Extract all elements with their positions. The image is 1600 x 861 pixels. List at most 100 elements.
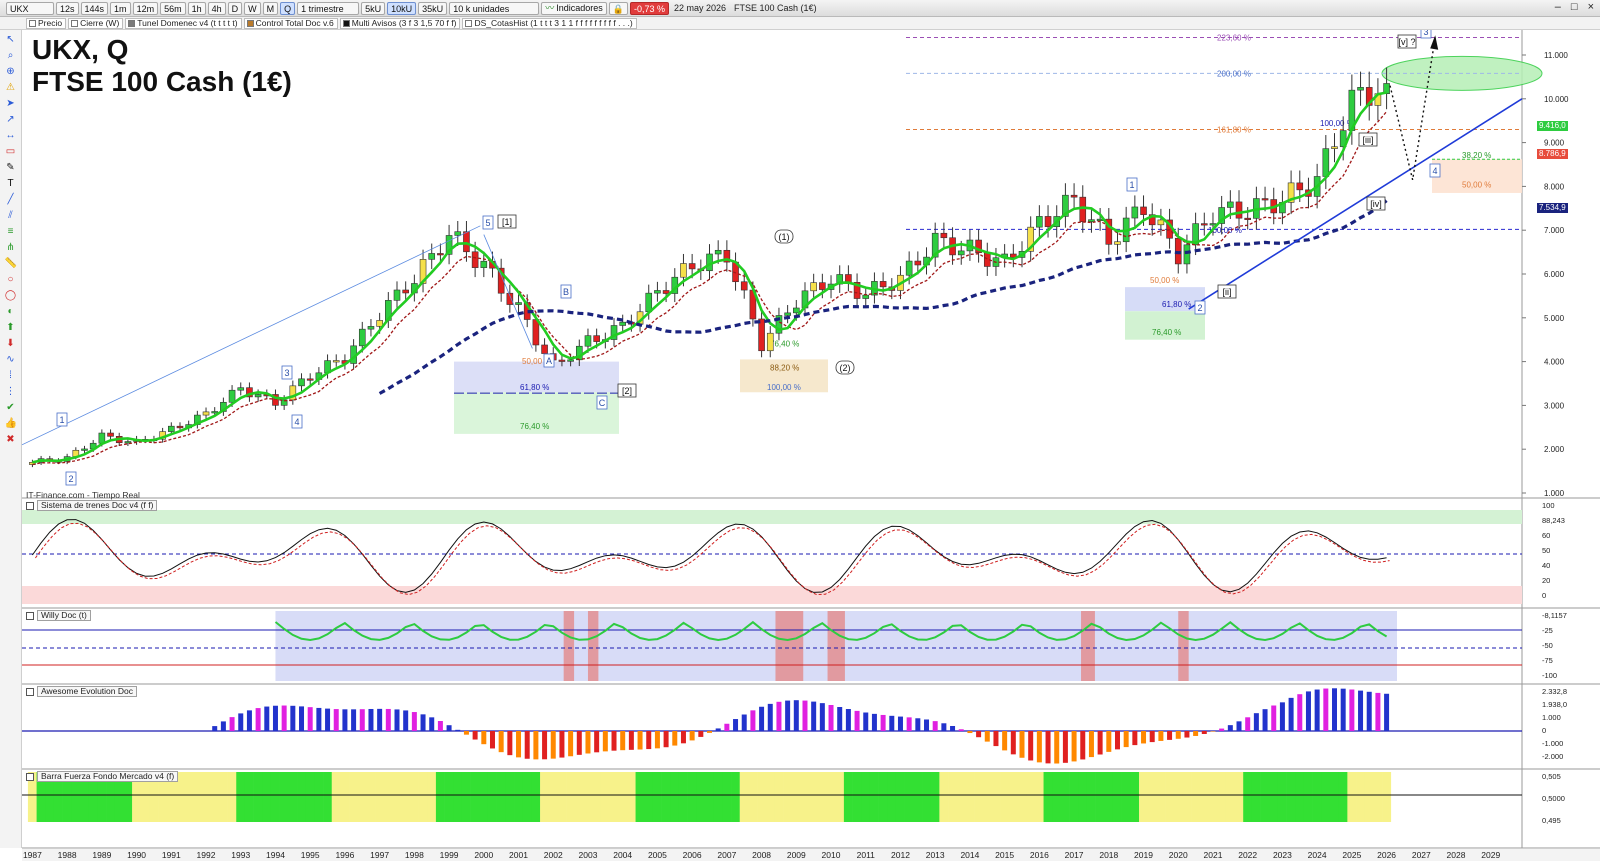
alert-icon[interactable]: ⚠ (5, 82, 17, 94)
timeframe-56m[interactable]: 56m (160, 1, 186, 15)
year-label: 1997 (370, 850, 390, 860)
panel-settings-icon[interactable] (26, 501, 34, 510)
ellipse-icon[interactable]: ◯ (5, 290, 17, 302)
year-label: 1998 (404, 850, 424, 860)
panel-settings-icon[interactable] (26, 687, 34, 696)
wave-icon[interactable]: ∿ (5, 354, 17, 366)
text-icon[interactable]: T (5, 178, 17, 190)
hline-icon[interactable]: ↔ (5, 130, 17, 142)
awesome-bar (420, 714, 426, 731)
fuerza-bar (809, 772, 819, 822)
candle-body (237, 387, 245, 391)
unit-10ku[interactable]: 10kU (387, 1, 417, 15)
fib-label: 88,20 % (770, 363, 799, 372)
fuerza-bar (661, 772, 671, 822)
awesome-bar (750, 710, 756, 731)
indicator-chip-multi[interactable]: Multi Avisos (3 f 3 1,5 70 f f) (339, 17, 461, 29)
candle-body (437, 253, 444, 256)
rectangle-icon[interactable]: ▭ (5, 146, 17, 158)
symbol-select[interactable]: UKX (6, 1, 54, 15)
pen-icon[interactable]: ✎ (5, 162, 17, 174)
timeframe-m[interactable]: M (262, 1, 279, 15)
timeframe-12m[interactable]: 12m (132, 1, 159, 15)
panel-header-willy[interactable]: Willy Doc (t) (26, 610, 91, 621)
zoom-in-icon[interactable]: ⊕ (5, 66, 17, 78)
candle-body (298, 378, 305, 387)
close-icon[interactable]: × (1588, 1, 1594, 13)
indicator-chip-control[interactable]: Control Total Doc v.6 (243, 17, 338, 29)
arrow-down-icon[interactable]: ⬇ (5, 338, 17, 350)
unit-35ku[interactable]: 35kU (418, 1, 448, 15)
awesome-bar (576, 731, 582, 755)
indicator-chip-tunel[interactable]: Tunel Domenec v4 (t t t t t) (125, 17, 242, 29)
pointer-icon[interactable]: ➤ (5, 98, 17, 110)
wave-label: 1 (1129, 180, 1134, 190)
indicator-chip-price[interactable]: Precio (26, 17, 67, 29)
trendline-icon[interactable]: ╱ (5, 194, 17, 206)
candle-body (1261, 198, 1269, 201)
fuerza-bar (1356, 772, 1366, 822)
cursor-icon[interactable]: ↖ (5, 34, 17, 46)
panel-header-awesome[interactable]: Awesome Evolution Doc (26, 686, 137, 697)
year-label: 2016 (1029, 850, 1049, 860)
awesome-bar (1210, 731, 1216, 732)
awesome-bar (819, 703, 825, 731)
timeframe-12s[interactable]: 12s (56, 1, 79, 15)
timeframe-1h[interactable]: 1h (187, 1, 206, 15)
panel-header-barra[interactable]: Barra Fuerza Fondo Mercado v4 (f) (26, 771, 179, 782)
channel-icon[interactable]: ⫽ (5, 210, 17, 222)
year-label: 2013 (925, 850, 945, 860)
thumb-icon[interactable]: 👍 (5, 418, 17, 430)
fuerza-bar (1312, 772, 1322, 822)
magnet-icon[interactable]: ⋮ (5, 386, 17, 398)
indicators-button[interactable]: 〰 Indicadores (541, 1, 607, 15)
timeframe-d[interactable]: D (227, 1, 243, 15)
fuerza-bar (262, 772, 272, 822)
willy-band (1178, 611, 1189, 681)
lock-icon[interactable]: 🔒 (608, 1, 628, 15)
unit-select[interactable]: 10 k unidades (449, 1, 540, 15)
period-select[interactable]: 1 trimestre (297, 1, 360, 15)
panel-settings-icon[interactable] (26, 611, 34, 620)
maximize-icon[interactable]: □ (1571, 1, 1578, 13)
fib-label: 76,40 % (520, 422, 549, 431)
minimize-icon[interactable]: – (1555, 1, 1561, 13)
fuerza-bar (297, 772, 307, 822)
grid-icon[interactable]: ⁞ (5, 370, 17, 382)
chart-canvas[interactable]: 11.00010.0009.0008.0007.0006.0005.0004.0… (22, 30, 1600, 848)
panel-header-trenes[interactable]: Sistema de trenes Doc v4 (f f) (26, 500, 158, 511)
price-tag-fast-ma: 9.416,0 (1537, 121, 1568, 131)
timeframe-144s[interactable]: 144s (80, 1, 109, 15)
brush-icon[interactable]: ◐ (5, 306, 17, 318)
check-icon[interactable]: ✔ (5, 402, 17, 414)
zoom-icon[interactable]: ⌕ (5, 50, 17, 62)
fibonacci-icon[interactable]: ≡ (5, 226, 17, 238)
awesome-bar (255, 708, 261, 731)
fib-fan-icon[interactable]: ⋔ (5, 242, 17, 254)
indicator-chip-close[interactable]: Cierre (W) (68, 17, 124, 29)
year-label: 2022 (1238, 850, 1258, 860)
awesome-bar (889, 715, 895, 731)
awesome-bar (1358, 690, 1364, 731)
timeframe-1m[interactable]: 1m (110, 1, 131, 15)
candle-body (957, 250, 965, 256)
willy-axis-label: -75 (1542, 656, 1553, 665)
ruler-icon[interactable]: 📏 (5, 258, 17, 270)
timeframe-w[interactable]: W (244, 1, 261, 15)
trenes-axis-label: 40 (1542, 561, 1550, 570)
awesome-bar (733, 719, 739, 731)
awesome-bar (1045, 731, 1051, 764)
ray-icon[interactable]: ↗ (5, 114, 17, 126)
delete-icon[interactable]: ✖ (5, 434, 17, 446)
timeframe-q[interactable]: Q (280, 1, 296, 15)
indicator-chip-cotas[interactable]: DS_CotasHist (1 t t t 3 1 1 f f f f f f … (462, 17, 637, 29)
fuerza-bar (1104, 772, 1114, 822)
arrow-up-icon[interactable]: ⬆ (5, 322, 17, 334)
panel-settings-icon[interactable] (26, 772, 34, 781)
trenes-lower-zone (22, 586, 1522, 604)
fuerza-bar (479, 772, 489, 822)
chart-area[interactable]: 11.000 10.000 9.000 8.000 7.000 6.000 5.000 4.0… (22, 30, 1600, 848)
unit-5ku[interactable]: 5kU (361, 1, 386, 15)
circle-icon[interactable]: ○ (5, 274, 17, 286)
timeframe-4h[interactable]: 4h (207, 1, 226, 15)
